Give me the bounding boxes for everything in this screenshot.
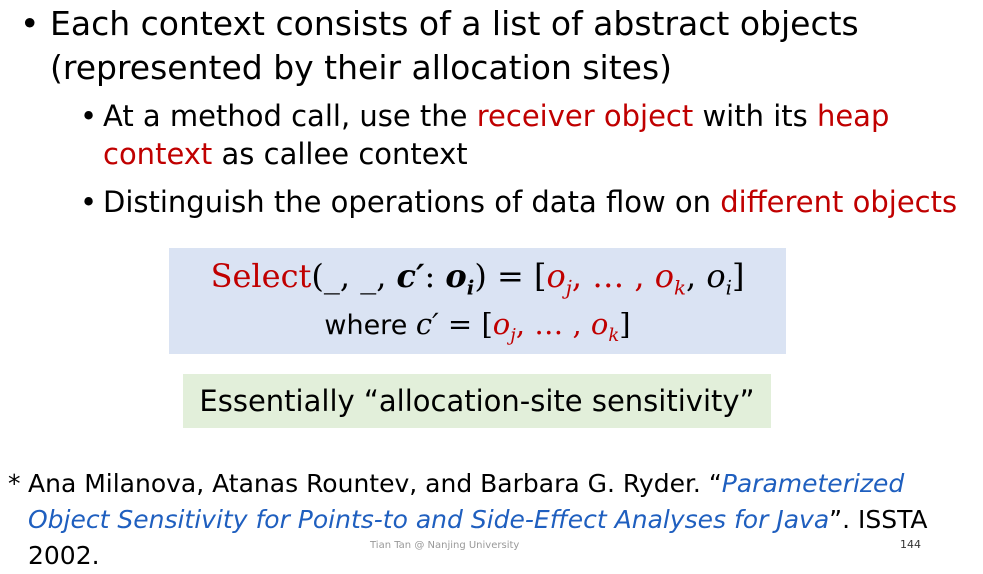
allocation-site-note: Essentially “allocation-site sensitivity… — [183, 374, 771, 428]
formula-c-prime: c′ — [396, 257, 425, 295]
formula-part: ] — [731, 257, 745, 295]
text-segment: Distinguish the operations of data flow … — [103, 185, 721, 219]
formula-ok: o — [590, 307, 609, 341]
formula-oj: o — [492, 307, 511, 341]
bullet-distinguish-text: Distinguish the operations of data flow … — [103, 183, 968, 221]
text-segment: as callee context — [212, 137, 468, 171]
reference-authors: Ana Milanova, Atanas Rountev, and Barbar… — [28, 469, 722, 498]
formula-ellipsis: , … , — [515, 307, 591, 341]
formula-oj: o — [546, 257, 566, 295]
formula-part: ] — [619, 307, 631, 341]
formula-box: Select(_, _, c′: oi) = [oj, … , ok, oi] … — [169, 248, 786, 354]
formula-c-prime: c′ — [415, 307, 439, 341]
bullet-method-call-text: At a method call, use the receiver objec… — [103, 97, 968, 173]
highlight-different-objects: different objects — [720, 185, 958, 219]
where-word: where — [324, 310, 416, 341]
reference-text: Ana Milanova, Atanas Rountev, and Barbar… — [28, 466, 968, 574]
select-word: Select — [210, 257, 312, 295]
formula-where: where c′ = [oj, … , ok] — [169, 304, 786, 356]
formula-subscript: k — [673, 276, 686, 300]
formula-o: o — [445, 257, 467, 295]
formula-part: : — [424, 257, 446, 295]
formula-oi: o — [706, 257, 726, 295]
bullet-marker: • — [20, 4, 40, 43]
bullet-marker: • — [80, 185, 98, 219]
formula-ok: o — [654, 257, 674, 295]
formula-select: Select(_, _, c′: oi) = [oj, … , ok, oi] — [169, 254, 786, 310]
bullet-marker: • — [80, 99, 98, 133]
slide-footer: Tian Tan @ Nanjing University — [370, 540, 520, 551]
formula-part: = [ — [438, 307, 493, 341]
formula-part: (_, _, — [311, 257, 397, 295]
text-segment: with its — [693, 99, 817, 133]
text-segment: At a method call, use the — [103, 99, 477, 133]
formula-part: ) = [ — [474, 257, 547, 295]
page-number: 144 — [900, 538, 921, 551]
bullet-contexts-text: Each context consists of a list of abstr… — [50, 4, 859, 87]
formula-subscript: k — [608, 324, 620, 346]
formula-ellipsis: , … , — [571, 257, 655, 295]
footnote-star: * — [8, 469, 21, 498]
formula-part: , — [686, 257, 707, 295]
highlight-receiver-object: receiver object — [476, 99, 694, 133]
